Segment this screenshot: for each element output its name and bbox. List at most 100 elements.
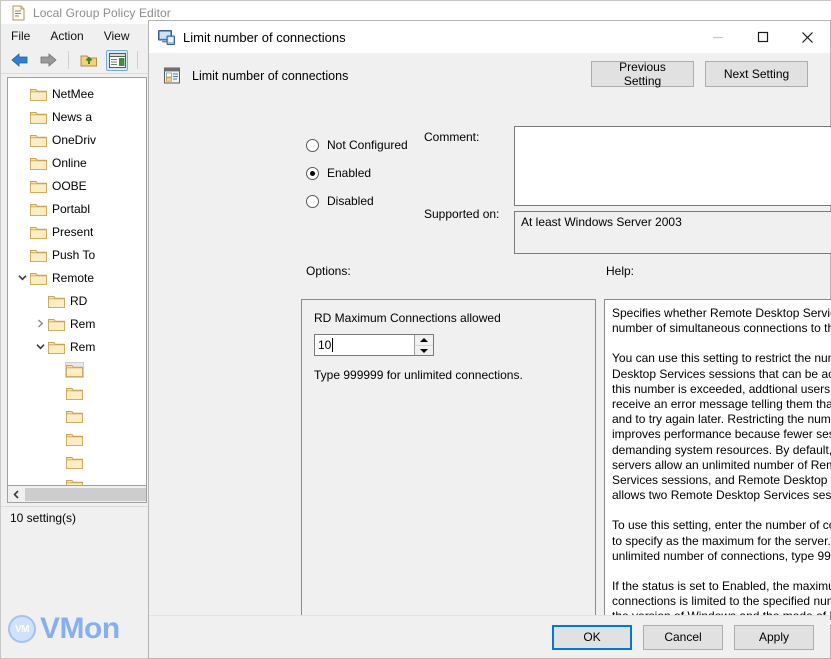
previous-setting-button[interactable]: Previous Setting: [591, 60, 694, 88]
stepper-up-icon[interactable]: [415, 335, 433, 345]
tree-item-label: OOBE: [52, 178, 87, 193]
tree-expander[interactable]: [32, 293, 48, 309]
tree-expander[interactable]: [14, 247, 30, 263]
tree-expander[interactable]: [14, 201, 30, 217]
dialog-footer: OK Cancel Apply: [149, 615, 830, 658]
radio-disabled-indicator[interactable]: [306, 194, 319, 208]
folder-icon: [30, 225, 47, 239]
cancel-button[interactable]: Cancel: [643, 624, 723, 650]
remote-desktop-icon: [158, 29, 175, 45]
tree-expander[interactable]: [50, 408, 66, 424]
tree-item[interactable]: OneDriv: [8, 128, 146, 151]
radio-disabled-label: Disabled: [327, 194, 374, 208]
chevron-down-icon[interactable]: [14, 270, 30, 286]
maximize-icon[interactable]: [740, 21, 785, 54]
comment-textarea[interactable]: [514, 126, 831, 206]
tree-item[interactable]: News a: [8, 105, 146, 128]
folder-icon: [30, 179, 47, 193]
tree-item[interactable]: Portabl: [8, 197, 146, 220]
tree-item-label: OneDriv: [52, 132, 97, 147]
help-text: Specifies whether Remote Desktop Service…: [605, 300, 831, 625]
tree-item[interactable]: [8, 404, 146, 427]
tree-item[interactable]: [8, 358, 146, 381]
tree-item-label: Portabl: [52, 201, 91, 216]
apply-button[interactable]: Apply: [734, 624, 814, 650]
menu-file[interactable]: File: [11, 29, 30, 43]
tree-item[interactable]: NetMee: [8, 82, 146, 105]
tree-expander[interactable]: [50, 362, 66, 378]
setting-nav-buttons: Previous Setting Next Setting: [591, 60, 808, 88]
tree-item-label: Online: [52, 155, 87, 170]
tree-item[interactable]: Remote: [8, 266, 146, 289]
tree-expander[interactable]: [14, 178, 30, 194]
folder-icon: [65, 361, 84, 378]
tree-expander[interactable]: [14, 109, 30, 125]
folder-icon: [66, 455, 83, 469]
tree-item[interactable]: [8, 473, 146, 486]
tree-item-label: News a: [52, 109, 93, 124]
tree-item[interactable]: [8, 450, 146, 473]
tree-item[interactable]: RD: [8, 289, 146, 312]
tree-expander[interactable]: [14, 132, 30, 148]
tree-item[interactable]: Rem: [8, 312, 146, 335]
tree-item-label: Remote: [52, 270, 95, 285]
folder-icon: [48, 294, 65, 308]
folder-icon: [66, 386, 83, 400]
back-arrow-icon[interactable]: [9, 50, 31, 71]
tree-item-label: Push To: [52, 247, 96, 262]
tree-expander[interactable]: [14, 224, 30, 240]
tree-expander[interactable]: [50, 477, 66, 486]
scroll-thumb[interactable]: [25, 487, 146, 501]
tree-item[interactable]: OOBE: [8, 174, 146, 197]
radio-enabled-label: Enabled: [327, 166, 372, 180]
policy-tree: NetMee News a OneDriv Online OOBE Portab…: [8, 78, 146, 486]
folder-icon: [66, 432, 83, 446]
folder-icon: [30, 156, 47, 170]
tree-expander[interactable]: [50, 454, 66, 470]
max-connections-input[interactable]: 10: [315, 335, 414, 355]
tree-horizontal-scrollbar[interactable]: [7, 486, 147, 503]
menu-view[interactable]: View: [104, 29, 130, 43]
folder-icon: [30, 202, 47, 216]
folder-icon: [48, 317, 65, 331]
dialog-title: Limit number of connections: [183, 29, 346, 45]
radio-enabled-indicator[interactable]: [306, 166, 319, 180]
tree-item[interactable]: [8, 381, 146, 404]
dialog-header-title: Limit number of connections: [192, 69, 349, 83]
tree-item[interactable]: Present: [8, 220, 146, 243]
minimize-icon[interactable]: [695, 21, 740, 54]
chevron-right-icon[interactable]: [32, 316, 48, 332]
tree-item[interactable]: Push To: [8, 243, 146, 266]
ok-button[interactable]: OK: [552, 624, 632, 650]
supported-on-label: Supported on:: [424, 207, 500, 221]
radio-not-configured-indicator[interactable]: [306, 138, 319, 152]
tree-item[interactable]: Online: [8, 151, 146, 174]
next-setting-button[interactable]: Next Setting: [705, 61, 808, 87]
tree-item[interactable]: Rem: [8, 335, 146, 358]
tree-expander[interactable]: [50, 385, 66, 401]
document-icon: [10, 5, 26, 21]
tree-item[interactable]: [8, 427, 146, 450]
folder-icon: [30, 271, 47, 285]
tree-expander[interactable]: [50, 431, 66, 447]
help-panel[interactable]: Specifies whether Remote Desktop Service…: [604, 299, 831, 626]
policy-tree-pane[interactable]: NetMee News a OneDriv Online OOBE Portab…: [7, 77, 147, 486]
max-connections-stepper[interactable]: 10: [314, 334, 434, 356]
max-connections-label: RD Maximum Connections allowed: [314, 311, 501, 325]
dialog-header: Limit number of connections Previous Set…: [149, 54, 830, 98]
tree-expander[interactable]: [14, 155, 30, 171]
close-icon[interactable]: [785, 21, 830, 54]
radio-enabled[interactable]: Enabled: [306, 159, 486, 187]
folder-icon: [30, 133, 47, 147]
stepper-down-icon[interactable]: [415, 345, 433, 355]
folder-icon: [48, 340, 65, 354]
forward-arrow-icon[interactable]: [37, 50, 59, 71]
menu-action[interactable]: Action: [50, 29, 83, 43]
tree-item-label: NetMee: [52, 86, 95, 101]
scroll-left-icon[interactable]: [8, 487, 24, 502]
up-folder-icon[interactable]: [78, 50, 100, 71]
tree-expander[interactable]: [14, 86, 30, 102]
policy-setting-dialog: Limit number of connections Limit number…: [148, 20, 831, 659]
chevron-down-icon[interactable]: [32, 339, 48, 355]
show-hide-tree-icon[interactable]: [106, 49, 128, 71]
